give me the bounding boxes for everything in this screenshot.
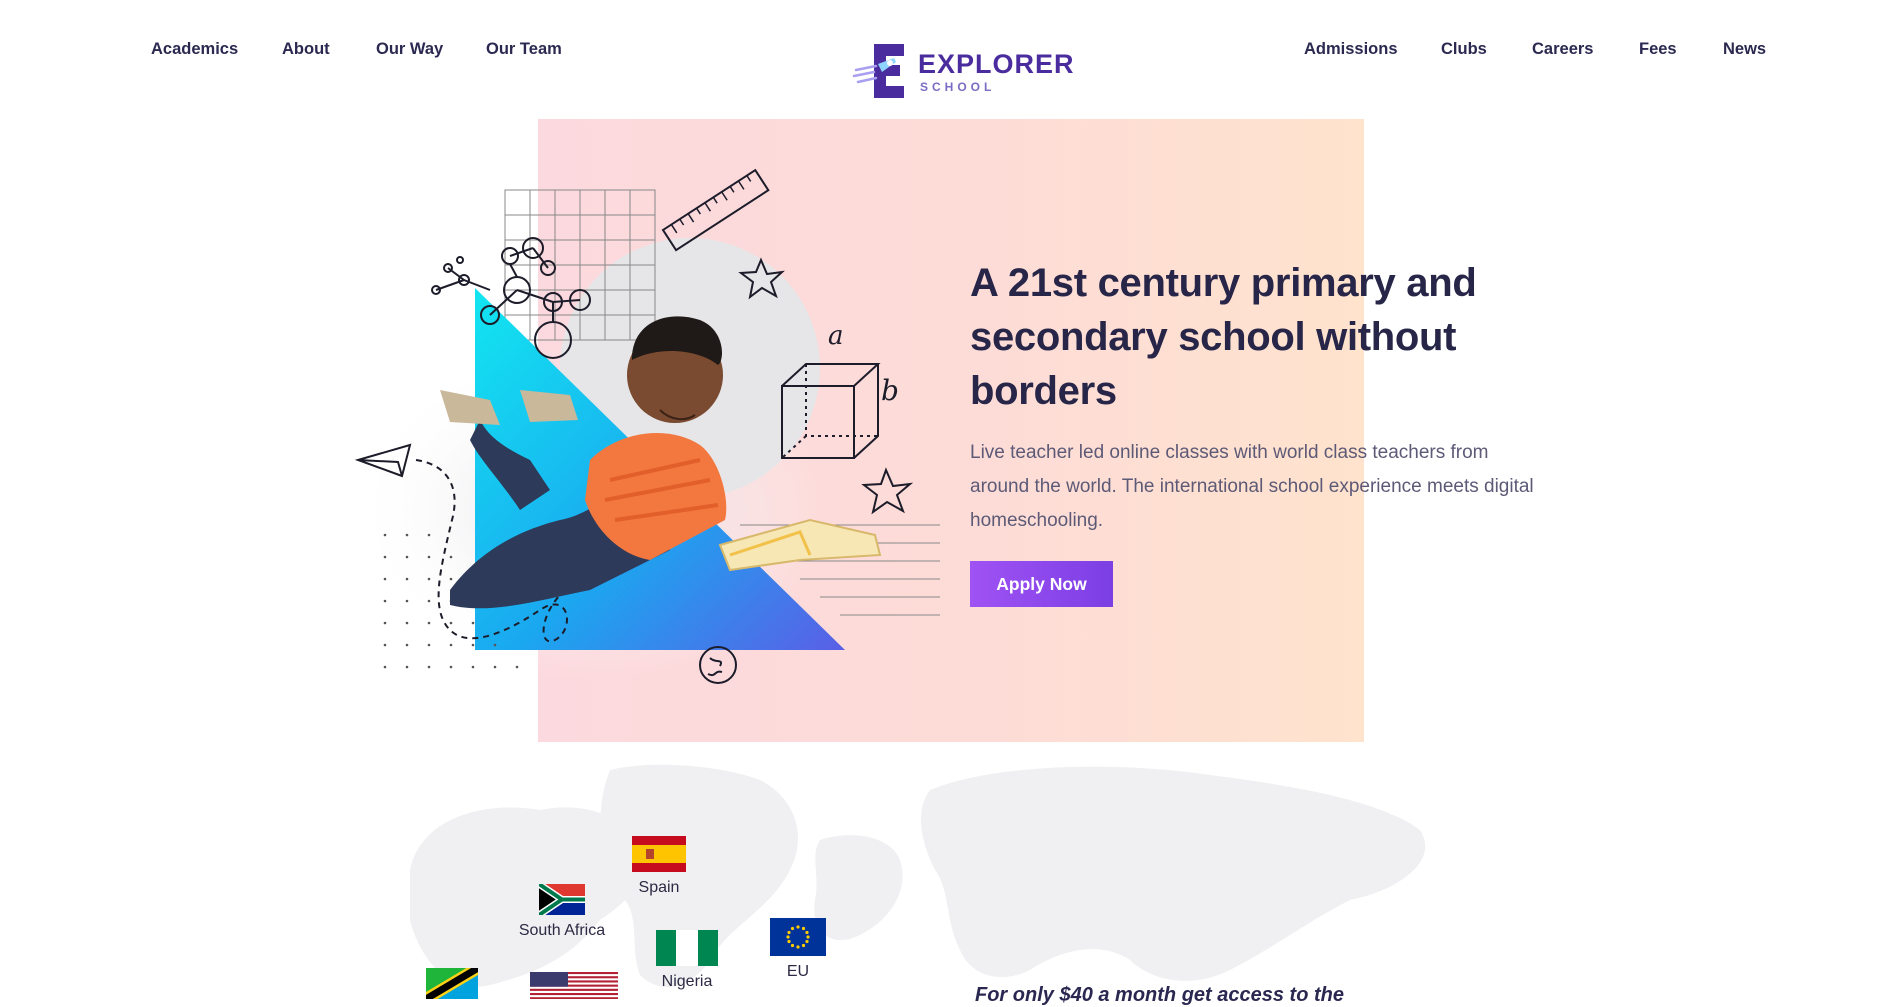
nav-fees[interactable]: Fees	[1639, 40, 1677, 59]
apply-now-button[interactable]: Apply Now	[970, 561, 1113, 607]
nav-careers[interactable]: Careers	[1532, 40, 1593, 59]
hero-illustration: a b	[350, 168, 940, 684]
flag-label-eu: EU	[786, 963, 810, 980]
flag-label-nigeria: Nigeria	[661, 973, 713, 990]
nav-our-team[interactable]: Our Team	[486, 40, 562, 59]
nav-news[interactable]: News	[1723, 40, 1766, 59]
hero-headline: A 21st century primary and secondary sch…	[970, 261, 1477, 413]
nav-our-way[interactable]: Our Way	[376, 40, 443, 59]
explorer-school-logo[interactable]: EXPLORER SCHOOL	[852, 40, 1074, 102]
nigeria-flag-icon	[656, 930, 718, 966]
letter-a-doodle: a	[828, 321, 844, 351]
nav-academics[interactable]: Academics	[151, 40, 238, 59]
rocket-e-icon	[852, 44, 904, 98]
star-doodle	[861, 467, 914, 515]
letter-b-doodle: b	[881, 374, 899, 407]
south-africa-flag-icon	[539, 884, 585, 915]
usa-flag-icon	[530, 972, 618, 999]
flag-south-africa: South Africa	[516, 884, 608, 940]
eu-flag-icon	[770, 918, 826, 956]
flag-label-south-africa: South Africa	[518, 922, 606, 939]
flag-nigeria: Nigeria	[656, 930, 718, 991]
tanzania-flag-icon	[426, 968, 478, 999]
flag-eu: EU	[770, 918, 826, 981]
main-nav: Academics About Our Way Our Team Admissi…	[0, 0, 1900, 98]
flag-label-spain: Spain	[638, 879, 680, 896]
nav-about[interactable]: About	[282, 40, 330, 59]
logo-subtitle: SCHOOL	[920, 80, 996, 94]
hero-subtext: Live teacher led online classes with wor…	[970, 442, 1534, 531]
flag-spain: Spain	[632, 836, 686, 897]
nav-admissions[interactable]: Admissions	[1304, 40, 1398, 59]
logo-wordmark: EXPLORER	[918, 49, 1075, 79]
world-map-background	[410, 764, 1426, 987]
ruler-doodle	[661, 168, 770, 252]
hero-text-block: A 21st century primary and secondary sch…	[970, 256, 1540, 607]
spain-flag-icon	[632, 836, 686, 872]
promo-tagline: For only $40 a month get access to the	[975, 984, 1344, 1006]
nav-clubs[interactable]: Clubs	[1441, 40, 1487, 59]
